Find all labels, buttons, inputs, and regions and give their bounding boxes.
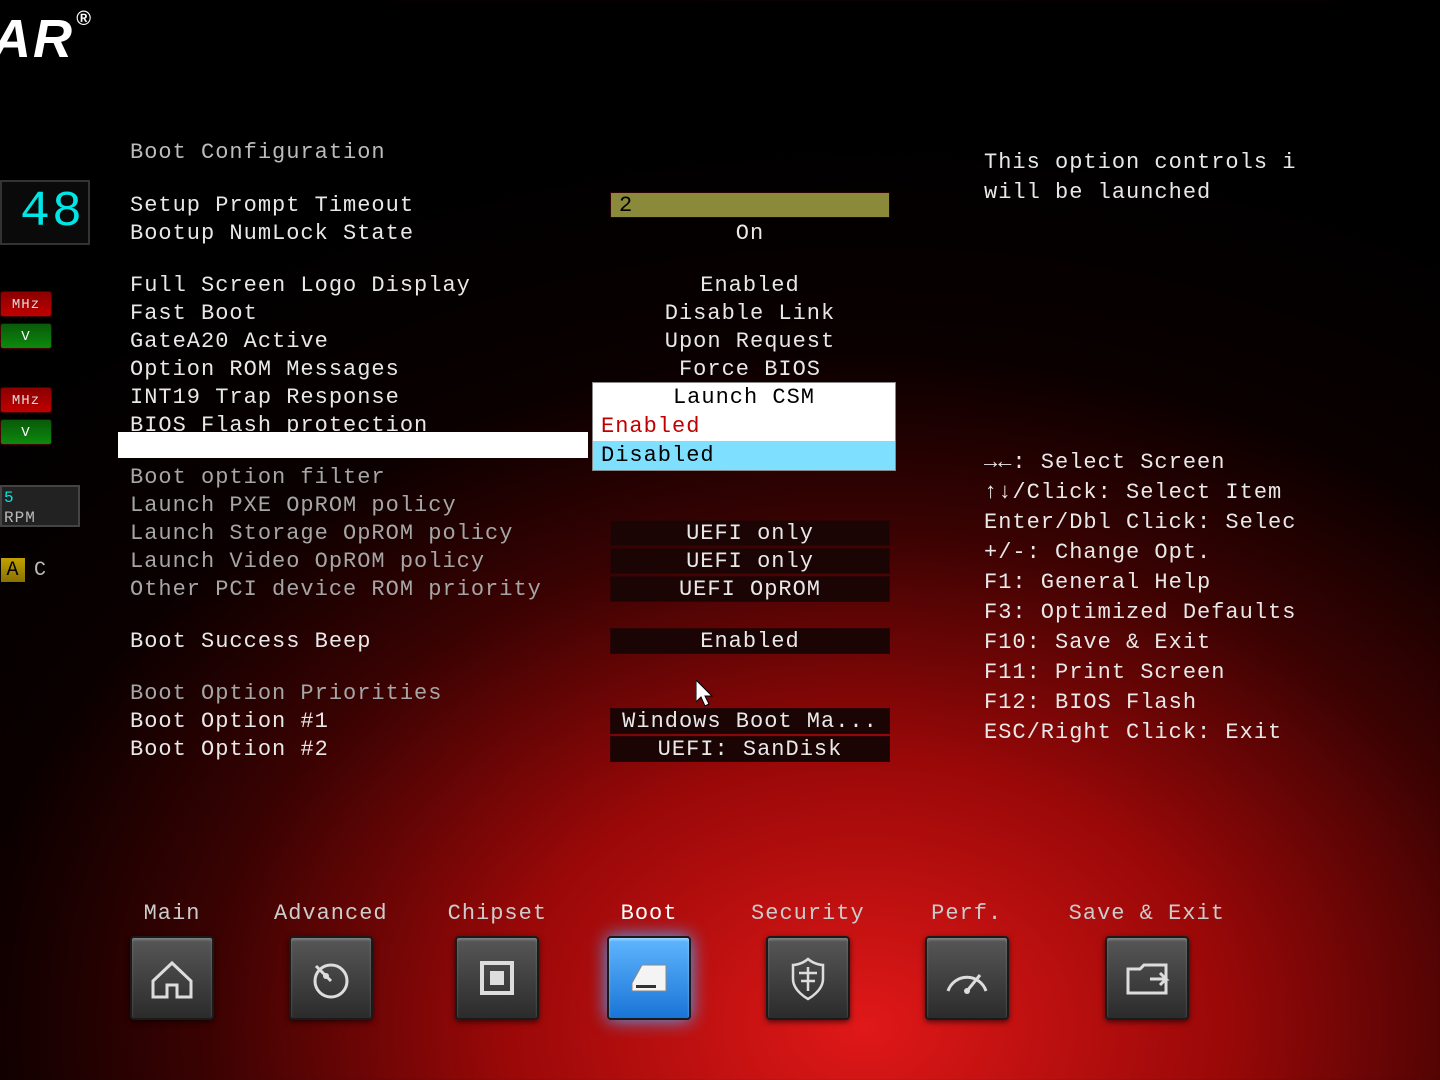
- freq-badge: MHz: [0, 291, 52, 317]
- bottom-nav: Main Advanced Chipset Boot Security Perf. Save…: [130, 901, 1225, 1020]
- mouse-cursor-icon: [696, 680, 716, 708]
- nav-label: Main: [144, 901, 201, 926]
- setting-row[interactable]: Launch PXE OpROM policy: [130, 491, 930, 519]
- setting-row[interactable]: Fast BootDisable Link: [130, 299, 930, 327]
- setting-value[interactable]: Enabled: [600, 273, 900, 298]
- dropdown-option[interactable]: Disabled: [593, 441, 895, 470]
- nav-tab-boot[interactable]: Boot: [607, 901, 691, 1020]
- setting-value[interactable]: On: [600, 221, 900, 246]
- brand-logo: AR®: [0, 8, 93, 70]
- setting-label: INT19 Trap Response: [130, 385, 600, 410]
- dial-icon: [289, 936, 373, 1020]
- setting-value[interactable]: UEFI only: [600, 520, 900, 546]
- selection-highlight-bar: [118, 432, 588, 458]
- setting-value[interactable]: Windows Boot Ma...: [600, 708, 900, 734]
- setting-value[interactable]: Force BIOS: [600, 357, 900, 382]
- clock-display: 48: [0, 180, 90, 245]
- nav-tab-chipset[interactable]: Chipset: [448, 901, 547, 1020]
- setting-value[interactable]: Disable Link: [600, 301, 900, 326]
- setting-label: Boot Option #1: [130, 709, 600, 734]
- gauge-icon: [925, 936, 1009, 1020]
- dropdown-title: Launch CSM: [593, 383, 895, 412]
- nav-tab-save-exit[interactable]: Save & Exit: [1069, 901, 1225, 1020]
- setting-row[interactable]: Boot Option #2UEFI: SanDisk: [130, 735, 930, 763]
- drive-icon: [607, 936, 691, 1020]
- setting-label: GateA20 Active: [130, 329, 600, 354]
- setting-label: Launch PXE OpROM policy: [130, 493, 600, 518]
- setting-label: Full Screen Logo Display: [130, 273, 600, 298]
- setting-row[interactable]: Full Screen Logo DisplayEnabled: [130, 271, 930, 299]
- setting-value[interactable]: Upon Request: [600, 329, 900, 354]
- setting-label: Boot Option #2: [130, 737, 600, 762]
- folder-icon: [1105, 936, 1189, 1020]
- setting-value[interactable]: 2: [600, 192, 900, 218]
- setting-label: Bootup NumLock State: [130, 221, 600, 246]
- chip-icon: [455, 936, 539, 1020]
- setting-value[interactable]: Enabled: [600, 628, 900, 654]
- setting-row[interactable]: Setup Prompt Timeout2: [130, 191, 930, 219]
- setting-value[interactable]: UEFI only: [600, 548, 900, 574]
- nav-tab-advanced[interactable]: Advanced: [274, 901, 388, 1020]
- setting-row[interactable]: GateA20 ActiveUpon Request: [130, 327, 930, 355]
- setting-row[interactable]: Boot Success BeepEnabled: [130, 627, 930, 655]
- nav-label: Security: [751, 901, 865, 926]
- setting-row[interactable]: Other PCI device ROM priorityUEFI OpROM: [130, 575, 930, 603]
- nav-tab-perf-[interactable]: Perf.: [925, 901, 1009, 1020]
- nav-tab-main[interactable]: Main: [130, 901, 214, 1020]
- dropdown-option[interactable]: Enabled: [593, 412, 895, 441]
- nav-label: Chipset: [448, 901, 547, 926]
- setting-label: Setup Prompt Timeout: [130, 193, 600, 218]
- volt-badge: V: [0, 323, 52, 349]
- nav-tab-security[interactable]: Security: [751, 901, 865, 1020]
- setting-row[interactable]: Launch Video OpROM policyUEFI only: [130, 547, 930, 575]
- hardware-monitor-strip: 48 MHz V MHz V 5RPM AC: [0, 180, 90, 583]
- setting-label: Fast Boot: [130, 301, 600, 326]
- shield-icon: [766, 936, 850, 1020]
- setting-value[interactable]: UEFI: SanDisk: [600, 736, 900, 762]
- setting-row[interactable]: Bootup NumLock StateOn: [130, 219, 930, 247]
- setting-label: Boot Option Priorities: [130, 681, 600, 706]
- setting-value[interactable]: UEFI OpROM: [600, 576, 900, 602]
- fan-rpm-box: 5RPM: [0, 485, 80, 527]
- help-description: This option controls i will be launched: [984, 148, 1440, 208]
- nav-label: Boot: [621, 901, 678, 926]
- setting-row[interactable]: Boot Option #1Windows Boot Ma...: [130, 707, 930, 735]
- setting-label: Boot Success Beep: [130, 629, 600, 654]
- setting-label: Option ROM Messages: [130, 357, 600, 382]
- setting-label: Launch Video OpROM policy: [130, 549, 600, 574]
- launch-csm-dropdown[interactable]: Launch CSM EnabledDisabled: [592, 382, 896, 471]
- setting-row[interactable]: Option ROM MessagesForce BIOS: [130, 355, 930, 383]
- setting-row[interactable]: Launch Storage OpROM policyUEFI only: [130, 519, 930, 547]
- nav-label: Perf.: [931, 901, 1002, 926]
- section-heading: Boot Configuration: [130, 140, 930, 165]
- temp-indicator: AC: [0, 557, 90, 583]
- setting-label: Other PCI device ROM priority: [130, 577, 600, 602]
- freq-badge: MHz: [0, 387, 52, 413]
- volt-badge: V: [0, 419, 52, 445]
- setting-label: Launch Storage OpROM policy: [130, 521, 600, 546]
- setting-row[interactable]: Boot Option Priorities: [130, 679, 930, 707]
- help-key-legend: →←: Select Screen ↑↓/Click: Select Item …: [984, 448, 1440, 748]
- nav-label: Save & Exit: [1069, 901, 1225, 926]
- home-icon: [130, 936, 214, 1020]
- nav-label: Advanced: [274, 901, 388, 926]
- setting-label: Boot option filter: [130, 465, 600, 490]
